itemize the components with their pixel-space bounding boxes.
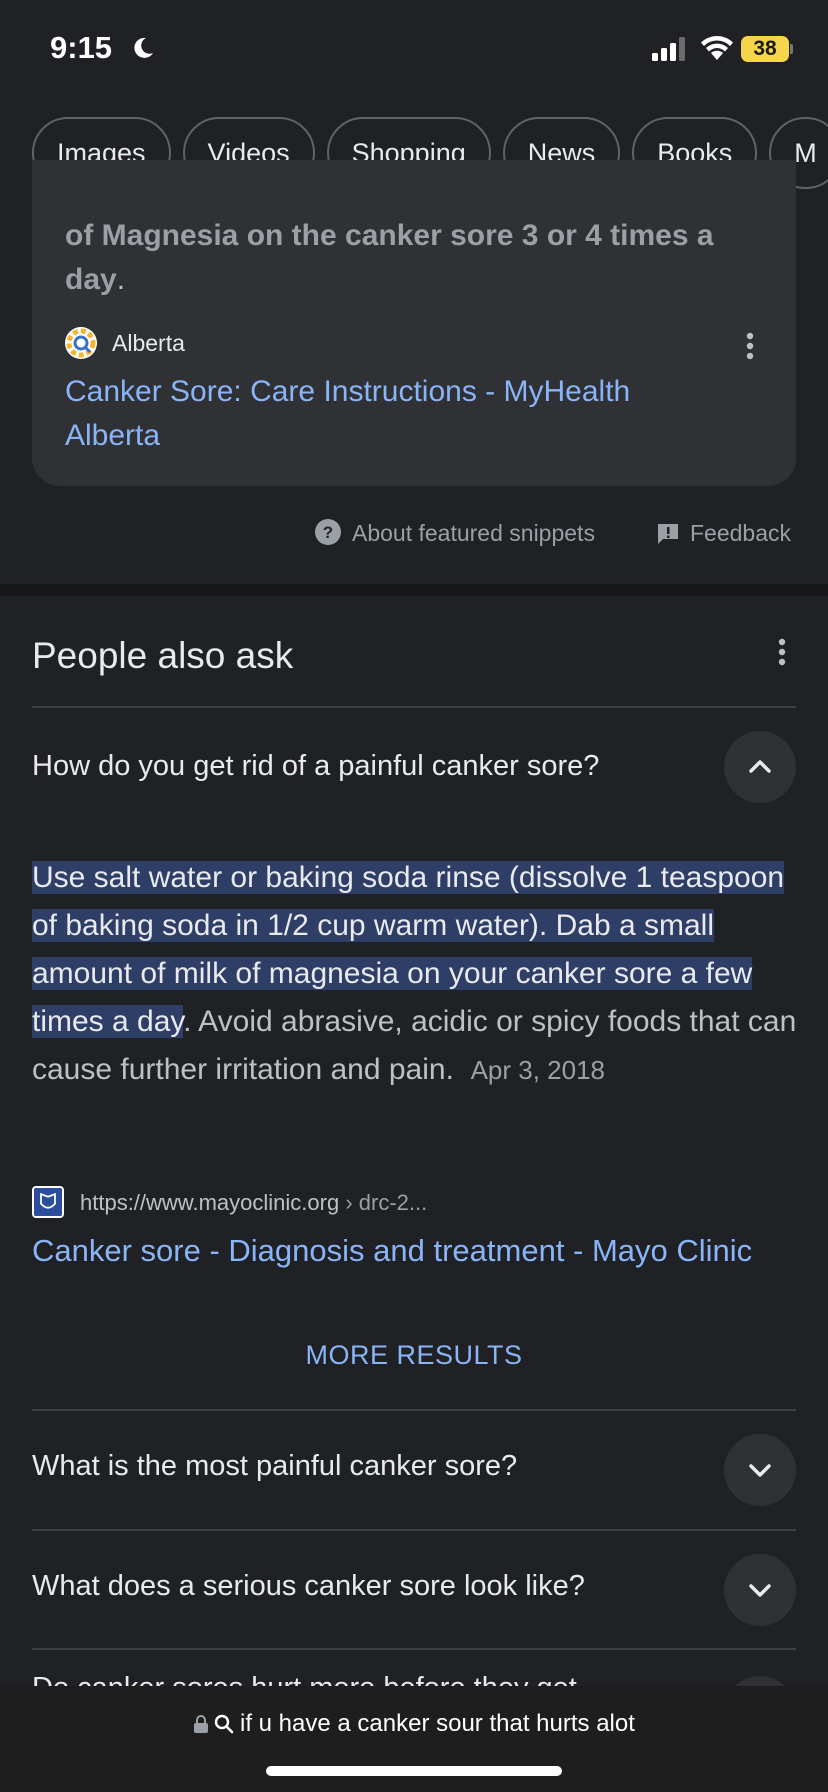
cellular-signal-icon: [652, 37, 685, 61]
battery-level: 38: [753, 37, 777, 60]
divider: [32, 1648, 796, 1650]
feedback-icon[interactable]: [656, 522, 680, 546]
snippet-text: of Magnesia on the canker sore 3 or 4 ti…: [65, 214, 765, 302]
question-item[interactable]: What does a serious canker sore look lik…: [32, 1570, 585, 1603]
snippet-bold-text: of Magnesia on the canker sore 3 or 4 ti…: [65, 219, 714, 296]
feedback-link[interactable]: Feedback: [690, 520, 791, 547]
more-vert-icon[interactable]: [746, 332, 754, 360]
snippet-tail: .: [116, 263, 126, 296]
expand-button[interactable]: [724, 1434, 796, 1506]
home-indicator: [266, 1766, 562, 1776]
url-path: › drc-2...: [339, 1190, 428, 1215]
search-icon: [214, 1714, 233, 1734]
moon-icon: [134, 37, 153, 58]
status-time: 9:15: [50, 30, 113, 65]
about-featured-snippets-link[interactable]: About featured snippets: [352, 520, 595, 547]
answer-result-link[interactable]: Canker sore - Diagnosis and treatment - …: [32, 1233, 752, 1269]
chevron-down-icon: [749, 1584, 771, 1597]
people-also-ask-title: People also ask: [32, 635, 294, 676]
battery-indicator: 38: [741, 36, 789, 62]
more-results-button[interactable]: MORE RESULTS: [0, 1340, 828, 1371]
divider: [32, 1529, 796, 1531]
battery-cap: [790, 44, 793, 54]
featured-snippet-card: of Magnesia on the canker sore 3 or 4 ti…: [32, 160, 796, 486]
status-bar: 9:15 38: [0, 0, 828, 98]
address-bar-content: if u have a canker sour that hurts alot: [0, 1710, 828, 1738]
svg-text:?: ?: [323, 523, 333, 542]
mayo-clinic-logo-icon: [32, 1186, 64, 1218]
alberta-logo-icon: [65, 327, 97, 359]
expand-button[interactable]: [724, 1554, 796, 1626]
chevron-down-icon: [749, 1464, 771, 1477]
wifi-icon: [701, 36, 733, 60]
question-item[interactable]: What is the most painful canker sore?: [32, 1450, 517, 1483]
collapse-button[interactable]: [724, 731, 796, 803]
source-name: Alberta: [112, 330, 185, 356]
question-expanded[interactable]: How do you get rid of a painful canker s…: [32, 750, 599, 783]
url-domain: https://www.mayoclinic.org: [80, 1190, 340, 1215]
featured-snippet-footer: ? About featured snippets Feedback: [0, 516, 828, 552]
address-bar-query[interactable]: if u have a canker sour that hurts alot: [240, 1710, 635, 1738]
browser-address-bar[interactable]: if u have a canker sour that hurts alot: [0, 1686, 828, 1792]
answer-source-url: https://www.mayoclinic.org › drc-2...: [80, 1190, 427, 1216]
help-icon[interactable]: ?: [314, 518, 342, 546]
divider: [32, 1409, 796, 1411]
answer-date: Apr 3, 2018: [470, 1055, 606, 1085]
paa-more-vert-icon[interactable]: [778, 638, 786, 666]
answer-text: Use salt water or baking soda rinse (dis…: [32, 854, 802, 1094]
lock-icon: [194, 1715, 209, 1733]
chevron-up-icon: [749, 760, 771, 773]
section-divider: [0, 584, 828, 596]
divider: [32, 706, 796, 708]
snippet-result-link[interactable]: Canker Sore: Care Instructions - MyHealt…: [65, 370, 705, 458]
